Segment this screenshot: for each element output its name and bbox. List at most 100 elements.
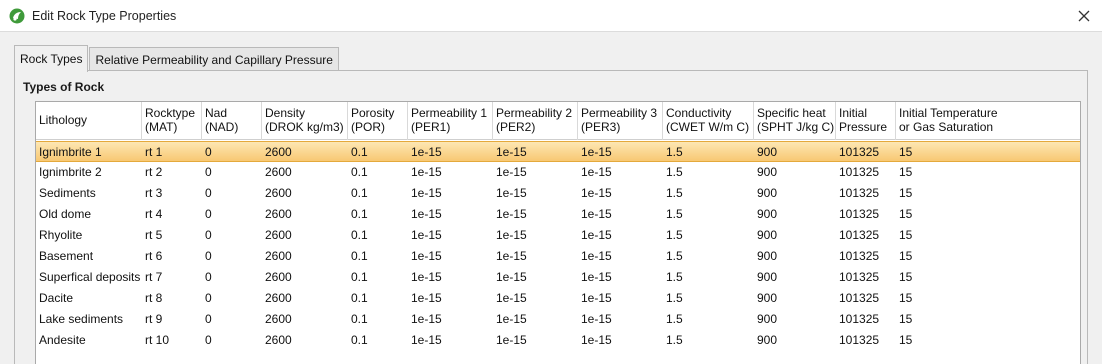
table-cell[interactable]: rt 1 [142,142,202,163]
column-header[interactable]: Permeability 2 (PER2) [493,102,578,140]
table-cell[interactable]: 0 [202,162,262,183]
table-cell[interactable]: 900 [754,204,836,225]
table-cell[interactable]: 101325 [836,225,896,246]
table-cell[interactable]: 1e-15 [493,162,578,183]
table-cell[interactable]: 0 [202,330,262,351]
table-cell[interactable]: 0.1 [348,204,408,225]
table-cell[interactable]: 1.5 [663,330,754,351]
table-cell[interactable]: 0 [202,225,262,246]
table-cell[interactable]: 15 [896,162,1080,183]
table-cell[interactable]: rt 7 [142,267,202,288]
table-cell[interactable]: 2600 [262,309,348,330]
table-cell[interactable]: 1.5 [663,267,754,288]
table-row[interactable]: Andesite rt 10 0 2600 0.1 1e-15 1e-15 1e-15 1.5 9… [36,330,1080,351]
table-cell[interactable]: rt 2 [142,162,202,183]
rock-types-table[interactable]: Lithology Rocktype (MAT) Nad (NAD) Density … [35,101,1081,364]
table-cell[interactable]: 1e-15 [493,142,578,163]
table-cell[interactable]: 2600 [262,162,348,183]
column-header[interactable]: Nad (NAD) [202,102,262,140]
column-header[interactable]: Initial Temperature or Gas Saturation [896,102,1080,140]
table-cell[interactable]: 900 [754,309,836,330]
table-row[interactable]: Sediments rt 3 0 2600 0.1 1e-15 1e-15 1e-15 1.5 9… [36,183,1080,204]
table-cell[interactable]: 101325 [836,162,896,183]
column-header[interactable]: Permeability 3 (PER3) [578,102,663,140]
table-cell[interactable]: 2600 [262,142,348,163]
table-cell[interactable]: 1e-15 [578,204,663,225]
table-cell[interactable]: 900 [754,330,836,351]
table-row[interactable]: Dacite rt 8 0 2600 0.1 1e-15 1e-15 1e-15 1.5 900 1… [36,288,1080,309]
table-cell[interactable]: 2600 [262,330,348,351]
table-cell[interactable]: 101325 [836,204,896,225]
table-cell[interactable]: 2600 [262,267,348,288]
table-cell[interactable]: 0 [202,142,262,163]
table-cell[interactable]: Dacite [36,288,142,309]
table-cell[interactable]: 0.1 [348,162,408,183]
table-row[interactable]: Ignimbrite 2 rt 2 0 2600 0.1 1e-15 1e-15 1e-15 1… [36,162,1080,183]
table-cell[interactable]: 1.5 [663,162,754,183]
table-cell[interactable]: 1.5 [663,225,754,246]
table-cell[interactable]: 1.5 [663,309,754,330]
column-header[interactable]: Permeability 1 (PER1) [408,102,493,140]
table-cell[interactable]: 1e-15 [578,183,663,204]
table-cell[interactable]: 900 [754,288,836,309]
table-cell[interactable]: 2600 [262,204,348,225]
close-button[interactable] [1074,6,1094,26]
table-cell[interactable]: 1e-15 [408,309,493,330]
column-header[interactable]: Specific heat (SPHT J/kg C) [754,102,836,140]
table-cell[interactable]: 15 [896,267,1080,288]
table-cell[interactable]: Rhyolite [36,225,142,246]
table-cell[interactable]: 1e-15 [578,267,663,288]
table-cell[interactable]: 0.1 [348,267,408,288]
table-cell[interactable]: 0 [202,267,262,288]
table-cell[interactable]: 1e-15 [408,183,493,204]
column-header[interactable]: Porosity (POR) [348,102,408,140]
table-cell[interactable]: 0 [202,204,262,225]
table-cell[interactable]: 1e-15 [408,330,493,351]
table-cell[interactable]: Andesite [36,330,142,351]
table-cell[interactable]: rt 8 [142,288,202,309]
table-cell[interactable]: 15 [896,288,1080,309]
table-cell[interactable]: 0 [202,183,262,204]
table-cell[interactable]: rt 5 [142,225,202,246]
tab-relative-permeability[interactable]: Relative Permeability and Capillary Pres… [89,47,339,71]
table-cell[interactable]: Ignimbrite 2 [36,162,142,183]
table-cell[interactable]: 15 [896,309,1080,330]
column-header[interactable]: Initial Pressure [836,102,896,140]
table-cell[interactable]: 1e-15 [578,330,663,351]
table-cell[interactable]: 0.1 [348,246,408,267]
tab-rock-types[interactable]: Rock Types [14,45,89,72]
table-cell[interactable]: 1e-15 [578,162,663,183]
table-cell[interactable]: Basement [36,246,142,267]
table-cell[interactable]: 101325 [836,330,896,351]
table-cell[interactable]: 900 [754,267,836,288]
table-cell[interactable]: 900 [754,183,836,204]
table-cell[interactable]: Sediments [36,183,142,204]
table-cell[interactable]: 0.1 [348,225,408,246]
table-cell[interactable]: 1e-15 [578,225,663,246]
table-cell[interactable]: 1e-15 [493,183,578,204]
table-cell[interactable]: 0 [202,309,262,330]
table-cell[interactable]: 1e-15 [493,330,578,351]
table-cell[interactable]: 101325 [836,183,896,204]
table-cell[interactable]: 1e-15 [493,225,578,246]
table-cell[interactable]: 1.5 [663,183,754,204]
table-cell[interactable]: 0.1 [348,183,408,204]
table-cell[interactable]: rt 4 [142,204,202,225]
table-cell[interactable]: 101325 [836,288,896,309]
column-header[interactable]: Rocktype (MAT) [142,102,202,140]
table-cell[interactable]: 2600 [262,288,348,309]
table-cell[interactable]: 1e-15 [493,267,578,288]
table-cell[interactable]: 2600 [262,225,348,246]
table-cell[interactable]: 101325 [836,246,896,267]
table-cell[interactable]: 1e-15 [578,309,663,330]
table-cell[interactable]: 101325 [836,267,896,288]
table-cell[interactable]: rt 3 [142,183,202,204]
table-cell[interactable]: 1e-15 [408,162,493,183]
table-row[interactable]: Rhyolite rt 5 0 2600 0.1 1e-15 1e-15 1e-15 1.5 90… [36,225,1080,246]
table-cell[interactable]: rt 10 [142,330,202,351]
table-cell[interactable]: 0.1 [348,330,408,351]
table-cell[interactable]: 0 [202,246,262,267]
column-header[interactable]: Lithology [36,102,142,140]
table-cell[interactable]: 15 [896,330,1080,351]
table-cell[interactable]: 1e-15 [493,288,578,309]
